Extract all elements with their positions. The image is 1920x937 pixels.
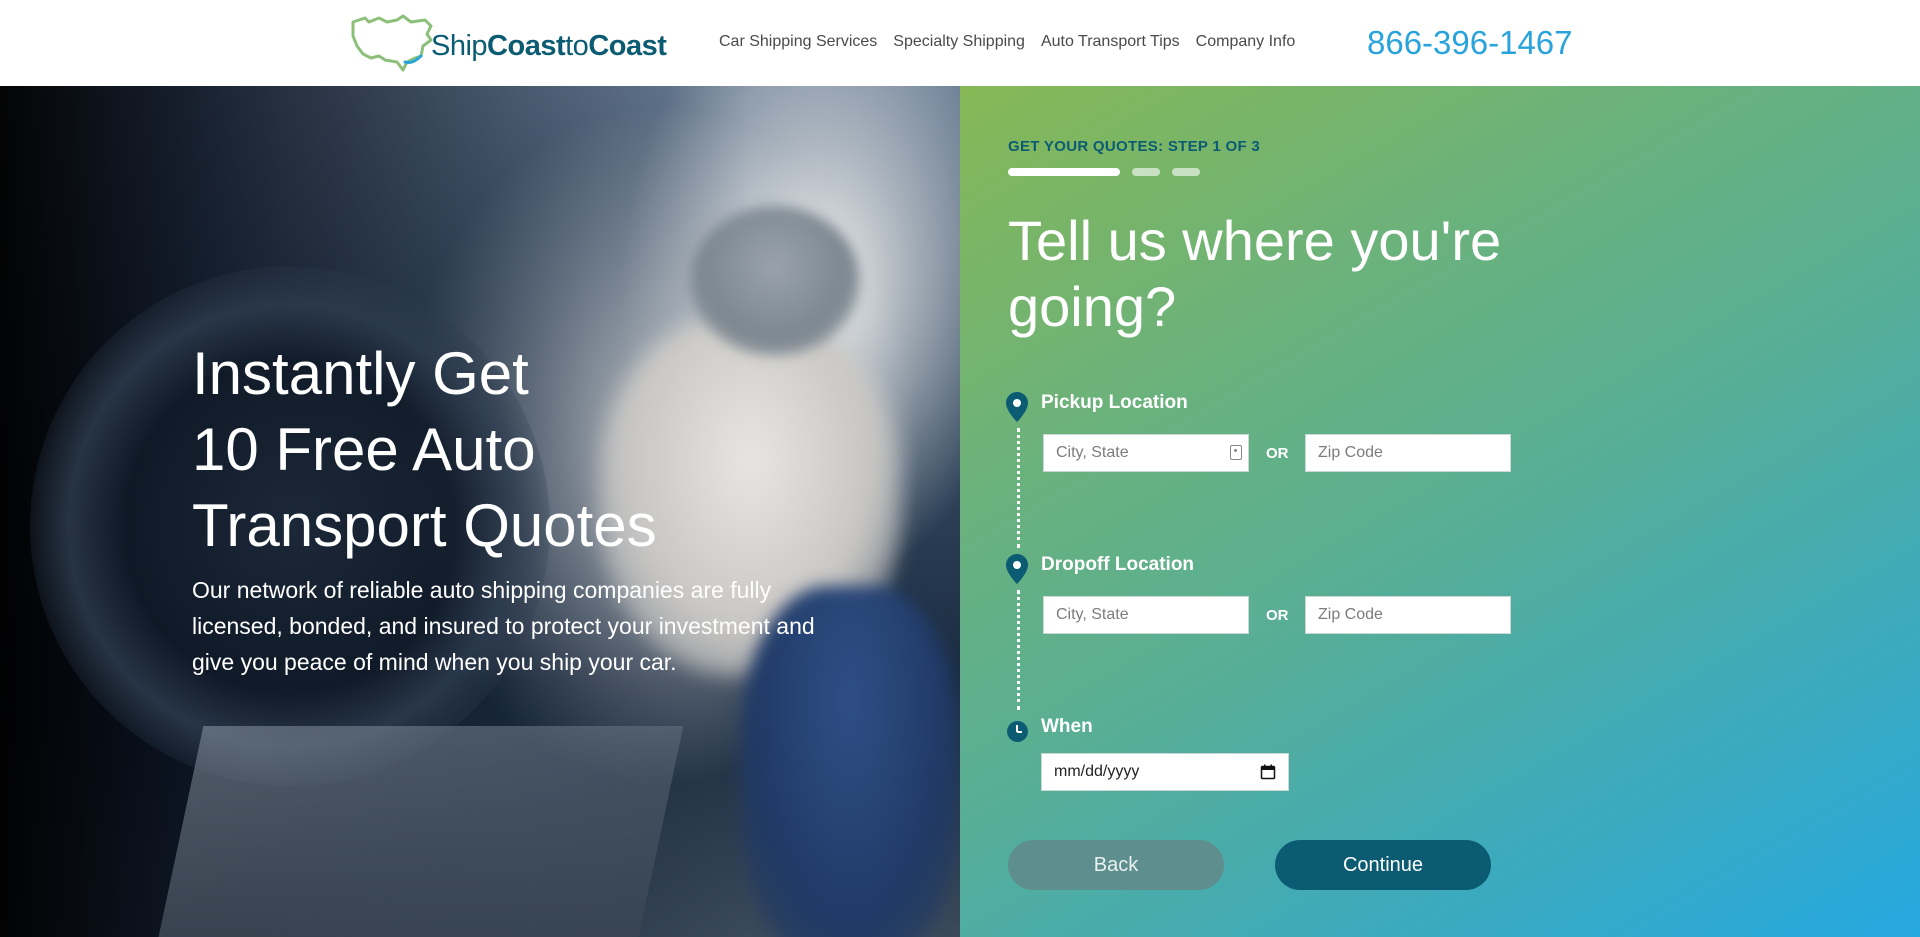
logo-text-coast-1: Coast (487, 29, 566, 62)
hero-section: Instantly Get 10 Free Auto Transport Quo… (0, 86, 960, 937)
hero-title: Instantly Get 10 Free Auto Transport Quo… (192, 336, 842, 564)
clock-icon (1007, 721, 1028, 742)
nav-specialty-shipping[interactable]: Specialty Shipping (893, 33, 1025, 51)
hero-photo-trailer-deck (156, 726, 684, 937)
progress-step-3 (1172, 168, 1200, 176)
usa-map-logo-icon (351, 14, 433, 72)
progress-step-1 (1008, 168, 1120, 176)
quote-form-panel: GET YOUR QUOTES: STEP 1 OF 3 Tell us whe… (960, 86, 1920, 937)
nav-company-info[interactable]: Company Info (1196, 33, 1296, 51)
phone-number-link[interactable]: 866-396-1467 (1367, 24, 1573, 62)
logo-wordmark: ShipCoasttoCoast (431, 29, 667, 63)
pickup-or-label: OR (1266, 445, 1289, 462)
hero-description: Our network of reliable auto shipping co… (192, 577, 815, 675)
site-header: ShipCoasttoCoast Car Shipping Services S… (0, 0, 1920, 86)
map-pin-icon (1006, 554, 1028, 584)
pickup-dotted-connector (1017, 428, 1020, 548)
contact-card-icon[interactable] (1230, 445, 1242, 460)
dropoff-city-state-input[interactable] (1043, 596, 1249, 634)
pickup-date-input[interactable]: mm/dd/yyyy (1041, 753, 1289, 791)
dropoff-location-label: Dropoff Location (1041, 554, 1195, 575)
pickup-zip-input[interactable] (1305, 434, 1511, 472)
logo-text-ship: Ship (431, 29, 488, 62)
back-button[interactable]: Back (1008, 840, 1224, 890)
pickup-city-state-input[interactable] (1043, 434, 1249, 472)
form-title: Tell us where you're going? (1008, 209, 1502, 338)
continue-button[interactable]: Continue (1275, 840, 1491, 890)
hero-title-line-2: 10 Free Auto (192, 416, 536, 483)
step-label: GET YOUR QUOTES: STEP 1 OF 3 (1008, 138, 1261, 155)
hero-content: Instantly Get 10 Free Auto Transport Quo… (192, 336, 842, 680)
date-placeholder: mm/dd/yyyy (1054, 763, 1140, 780)
main-nav: Car Shipping Services Specialty Shipping… (719, 33, 1295, 51)
hero-title-line-1: Instantly Get (192, 340, 529, 407)
map-pin-icon (1006, 392, 1028, 422)
nav-car-shipping-services[interactable]: Car Shipping Services (719, 33, 877, 51)
dropoff-dotted-connector (1017, 590, 1020, 710)
hero-photo-worker-cap (690, 206, 860, 356)
progress-step-2 (1132, 168, 1160, 176)
dropoff-zip-input[interactable] (1305, 596, 1511, 634)
logo-text-coast-2: Coast (588, 29, 667, 62)
calendar-icon[interactable] (1260, 764, 1276, 780)
dropoff-or-label: OR (1266, 607, 1289, 624)
when-label: When (1041, 716, 1093, 737)
hero-title-line-3: Transport Quotes (192, 492, 657, 559)
site-logo[interactable]: ShipCoasttoCoast (345, 12, 667, 72)
step-progress-bar (1008, 168, 1200, 176)
nav-auto-transport-tips[interactable]: Auto Transport Tips (1041, 33, 1180, 51)
pickup-location-label: Pickup Location (1041, 392, 1188, 413)
logo-text-to: to (565, 29, 589, 62)
